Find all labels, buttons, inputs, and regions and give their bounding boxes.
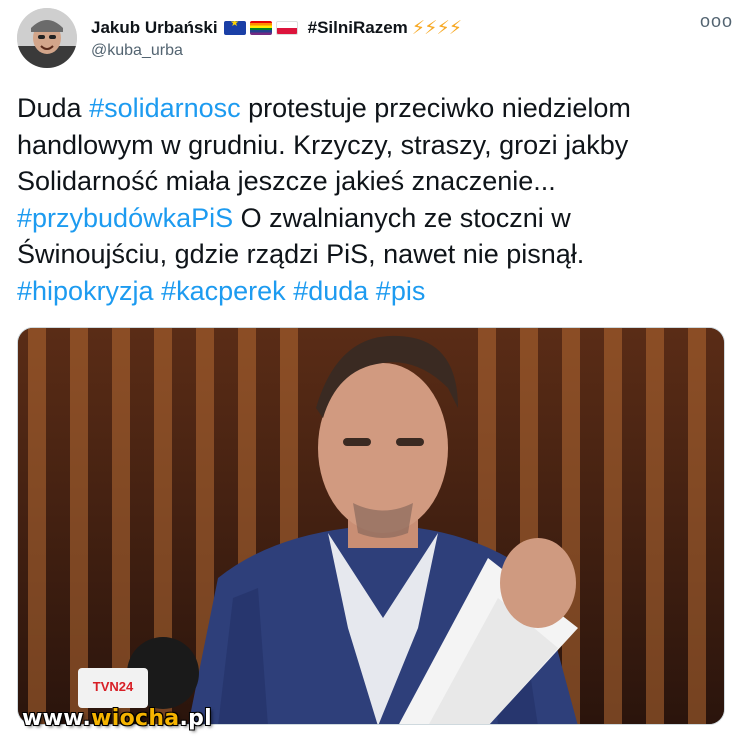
- tweet-photo[interactable]: TVN24: [17, 327, 725, 725]
- mic-brand-label: TVN24: [93, 679, 134, 694]
- photo-illustration: TVN24: [18, 328, 724, 724]
- hashtag-link[interactable]: #hipokryzja: [17, 276, 154, 306]
- author-block: Jakub Urbański #SilniRazem ⚡⚡⚡⚡ @kuba_ur…: [91, 16, 462, 60]
- more-options-icon[interactable]: ooo: [700, 12, 732, 34]
- rainbow-flag-icon: [249, 21, 272, 35]
- tweet-line: Świnoujściu, gdzie rządzi PiS, nawet nie…: [17, 239, 585, 269]
- display-name[interactable]: Jakub Urbański: [91, 18, 218, 38]
- tweet-line: handlowym w grudniu. Krzyczy, straszy, g…: [17, 129, 629, 160]
- tweet-text-segment: O zwalnianych ze stoczni w: [233, 202, 571, 233]
- poland-flag-icon: [275, 21, 298, 35]
- tweet-text-segment: protestuje przeciwko niedzielom: [240, 93, 631, 123]
- watermark: www.wiocha.pl: [22, 706, 212, 731]
- tweet-header: Jakub Urbański #SilniRazem ⚡⚡⚡⚡ @kuba_ur…: [17, 8, 732, 70]
- tweet-line: Duda #solidarnosc protestuje przeciwko n…: [17, 90, 728, 127]
- tweet-line: Solidarność miała jeszcze jakieś znaczen…: [17, 166, 556, 196]
- tweet-line: #przybudówkaPiS O zwalnianych ze stoczni…: [17, 200, 728, 237]
- hashtag-link[interactable]: #pis: [376, 276, 426, 306]
- hashtag-link[interactable]: #kacperek: [161, 276, 286, 306]
- eu-flag-icon: [223, 21, 246, 35]
- name-hashtag: #SilniRazem: [307, 18, 408, 37]
- author-handle[interactable]: @kuba_urba: [91, 42, 461, 60]
- lightning-icon: ⚡⚡⚡⚡: [411, 17, 462, 39]
- watermark-suffix: .pl: [179, 706, 213, 731]
- avatar[interactable]: [17, 8, 77, 68]
- watermark-brand: wiocha: [91, 706, 180, 731]
- hashtag-link[interactable]: #duda: [293, 276, 368, 306]
- hashtag-link[interactable]: #przybudówkaPiS: [17, 203, 233, 233]
- watermark-prefix: www.: [22, 706, 92, 731]
- tweet-text-segment: Duda: [17, 93, 90, 123]
- display-name-row[interactable]: Jakub Urbański #SilniRazem ⚡⚡⚡⚡: [91, 16, 462, 40]
- tweet-text: Duda #solidarnosc protestuje przeciwko n…: [17, 90, 728, 309]
- hashtag-link[interactable]: #solidarnosc: [89, 93, 241, 123]
- tweet-line: #hipokryzja #kacperek #duda #pis: [17, 273, 728, 310]
